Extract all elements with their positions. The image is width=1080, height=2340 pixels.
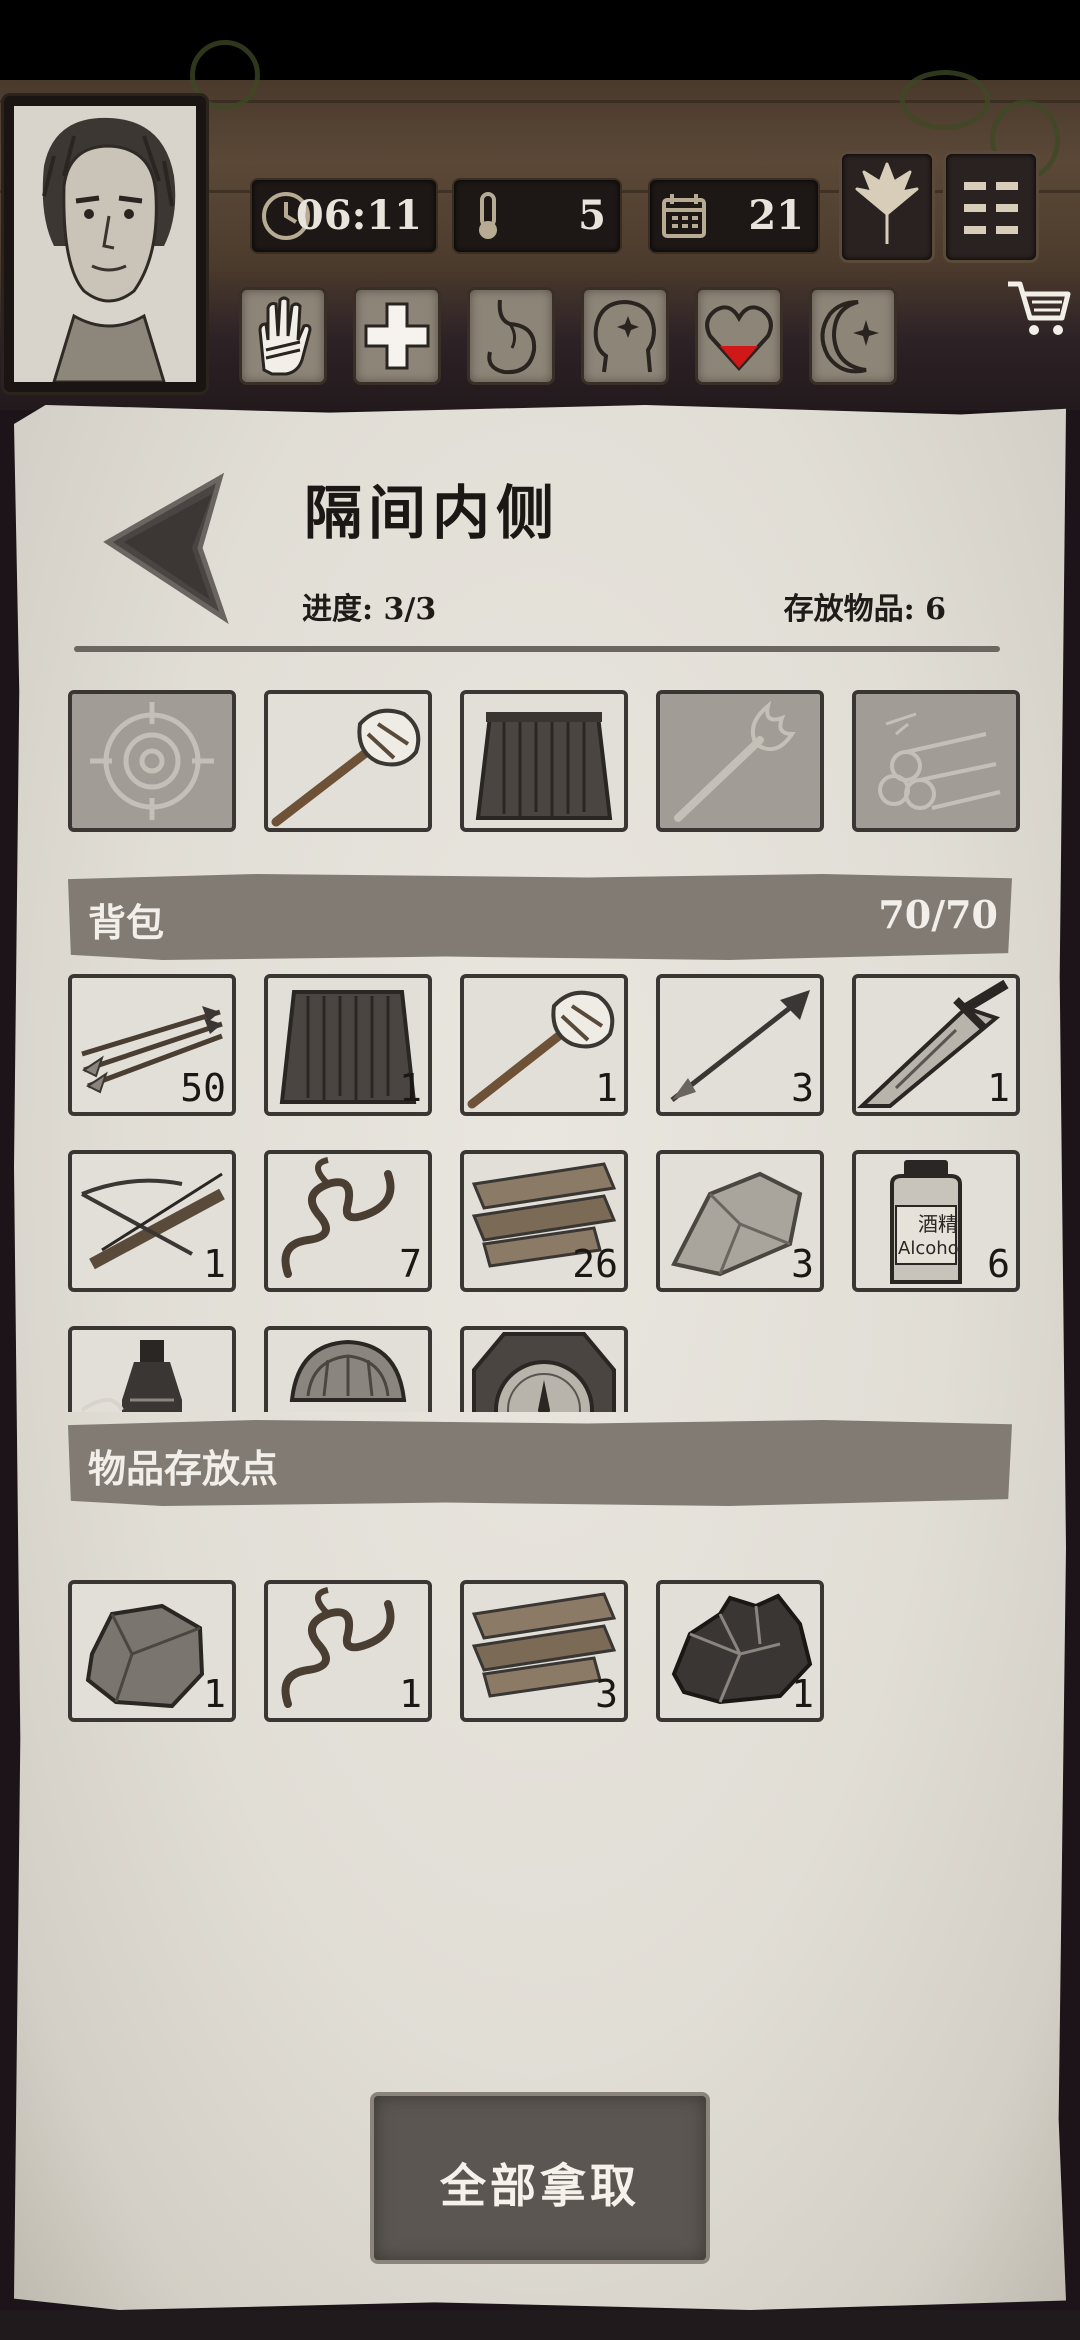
thermometer-icon [479, 192, 497, 239]
alcohol-label-en: Alcoho [898, 1238, 959, 1259]
stomach-button[interactable] [470, 290, 552, 382]
backpack-item-wood-planks[interactable]: 26 [460, 1150, 628, 1292]
backpack-item-compass[interactable] [460, 1326, 628, 1412]
take-all-button[interactable]: 全部拿取 [374, 2096, 706, 2260]
storage-header: 物品存放点 [68, 1420, 1012, 1506]
time-display: 06:11 [252, 180, 436, 252]
divider [74, 646, 1000, 652]
backpack-item-vine-rope[interactable]: 7 [264, 1150, 432, 1292]
menu-icon [964, 182, 1018, 234]
item-count: 1 [595, 1066, 618, 1110]
hand-icon [258, 296, 312, 376]
progress-text: 进度: 3/3 [302, 592, 437, 627]
item-count: 1 [399, 1066, 422, 1110]
item-count: 6 [987, 1242, 1010, 1286]
stomach-icon [487, 299, 537, 375]
medical-cross-icon [364, 302, 430, 370]
leaf-icon [855, 162, 919, 244]
storage-item-vine-rope[interactable]: 1 [264, 1580, 432, 1722]
backpack-header: 背包 70/70 [68, 874, 1012, 960]
item-count: 50 [180, 1066, 226, 1110]
mind-button[interactable] [584, 290, 666, 382]
backpack-grid[interactable]: 50 1 1 3 1 1 7 26 3 酒精 Alcoho 6 [60, 960, 1020, 1412]
alcohol-label-cn: 酒精 [918, 1212, 958, 1236]
backpack-item-crossbow[interactable]: 1 [68, 1150, 236, 1292]
item-count: 26 [572, 1242, 618, 1286]
crafting-button[interactable] [842, 154, 932, 260]
storage-item-ore[interactable]: 1 [656, 1580, 824, 1722]
moon-icon [820, 300, 879, 374]
calendar-icon [662, 194, 706, 238]
sleep-button[interactable] [812, 290, 894, 382]
container-title: 隔间内侧 [304, 479, 561, 547]
equip-slot-firewood[interactable] [852, 690, 1020, 832]
backpack-item-alcohol[interactable]: 酒精 Alcoho 6 [852, 1150, 1020, 1292]
menu-button[interactable] [946, 154, 1036, 260]
backpack-item-potion[interactable] [68, 1326, 236, 1412]
item-count: 7 [399, 1242, 422, 1286]
item-count: 3 [791, 1066, 814, 1110]
heart-icon [705, 305, 773, 371]
backpack-item-stone[interactable]: 3 [656, 1150, 824, 1292]
grass-skirt-icon [475, 712, 613, 820]
shop-cart-icon[interactable] [1004, 272, 1074, 342]
potion-bottle-icon [80, 1340, 182, 1412]
item-count: 3 [791, 1242, 814, 1286]
character-portrait[interactable] [4, 96, 206, 392]
storage-label: 物品存放点 [88, 1446, 279, 1491]
back-arrow-icon[interactable] [100, 472, 234, 624]
equip-slot-target[interactable] [68, 690, 236, 832]
item-count: 1 [791, 1672, 814, 1716]
item-count: 1 [203, 1672, 226, 1716]
hand-action-button[interactable] [242, 290, 324, 382]
day-value: 21 [748, 192, 804, 239]
equip-slot-hammer[interactable] [264, 690, 432, 832]
backpack-item-pearl-shell[interactable] [264, 1326, 432, 1412]
health-button[interactable] [356, 290, 438, 382]
storage-item-wood-planks[interactable]: 3 [460, 1580, 628, 1722]
vine-decoration [900, 70, 990, 130]
pearl-shell-icon [289, 1339, 407, 1402]
temperature-display: 5 [454, 180, 620, 252]
backpack-label: 背包 [88, 900, 165, 945]
torch-icon [674, 700, 796, 822]
day-display: 21 [650, 180, 818, 252]
equip-slot-skirt[interactable] [460, 690, 628, 832]
time-value: 06:11 [295, 192, 422, 239]
stone-hammer-icon [271, 708, 421, 827]
backpack-capacity: 70/70 [878, 892, 998, 937]
temperature-value: 5 [578, 192, 606, 239]
status-bar [0, 0, 1080, 80]
storage-item-rock[interactable]: 1 [68, 1580, 236, 1722]
backpack-item-spear-arrow[interactable]: 3 [656, 974, 824, 1116]
take-all-label: 全部拿取 [440, 2159, 640, 2213]
item-count: 1 [399, 1672, 422, 1716]
backpack-item-broad-sword[interactable]: 1 [852, 974, 1020, 1116]
heart-button[interactable] [698, 290, 780, 382]
stored-count-text: 存放物品: 6 [783, 592, 946, 627]
firewood-icon [878, 712, 1001, 810]
item-count: 1 [987, 1066, 1010, 1110]
backpack-item-arrows[interactable]: 50 [68, 974, 236, 1116]
compass-icon [472, 1332, 616, 1412]
head-sparkle-icon [593, 299, 657, 373]
bottom-border [0, 2310, 1080, 2340]
equip-slot-torch[interactable] [656, 690, 824, 832]
backpack-item-grass-skirt[interactable]: 1 [264, 974, 432, 1116]
target-icon [90, 702, 214, 820]
backpack-item-stone-hammer[interactable]: 1 [460, 974, 628, 1116]
item-count: 3 [595, 1672, 618, 1716]
character-sketch [14, 106, 196, 382]
item-count: 1 [203, 1242, 226, 1286]
